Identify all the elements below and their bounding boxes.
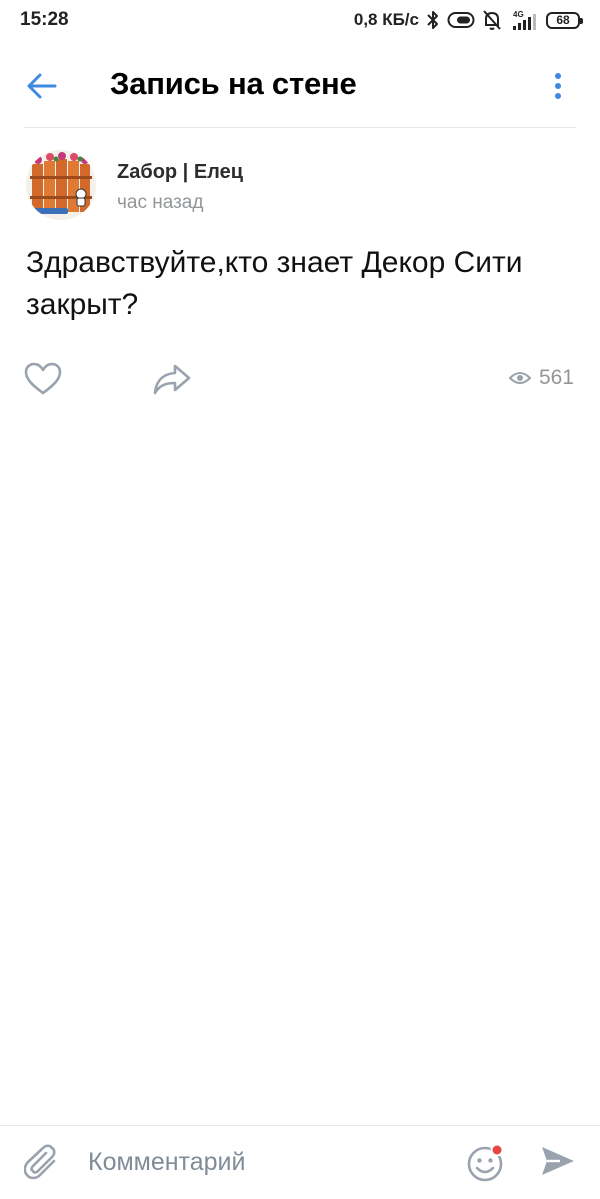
share-button[interactable] [152,362,192,398]
post-time: час назад [117,192,204,213]
share-icon [153,364,191,395]
signal-icon: 4G [513,10,536,30]
views-counter: 561 [508,366,574,390]
bluetooth-icon [427,11,438,29]
network-speed: 0,8 КБ/с [353,10,419,29]
smiley-icon [467,1143,504,1182]
back-button[interactable] [20,64,64,108]
page-title: Запись на стене [110,66,357,101]
more-button[interactable] [538,66,578,106]
app-header: Запись на стене [0,44,600,128]
arrow-left-icon [27,73,57,99]
avatar[interactable] [26,150,96,220]
send-icon [542,1147,574,1175]
author-name[interactable]: Zабор | Елец [117,161,243,184]
more-vertical-icon [555,73,561,99]
battery-icon: 68 [546,11,583,29]
comment-input[interactable] [88,1140,428,1184]
paperclip-icon [23,1144,56,1180]
heart-icon [24,362,62,395]
muted-bell-icon [483,10,501,30]
send-button[interactable] [540,1144,580,1184]
emoji-button[interactable] [466,1142,508,1184]
status-time: 15:28 [20,9,69,30]
notification-dot [490,1143,504,1157]
toggle-icon [447,12,475,28]
header-divider [24,127,576,128]
post-actions: 561 [0,358,600,402]
status-bar: 15:28 0,8 КБ/с 4G 68 [0,0,600,44]
like-button[interactable] [24,362,62,398]
comment-bar [0,1125,600,1199]
fence-logo-image [26,150,96,220]
attach-button[interactable] [23,1144,64,1184]
views-count: 561 [538,366,574,389]
post-author-row: Zабор | Елец час назад [26,150,576,222]
screen: 15:28 0,8 КБ/с 4G 68 Запись на стене Zаб… [0,0,600,1199]
eye-icon [508,372,531,384]
status-icons: 0,8 КБ/с 4G 68 [353,9,583,31]
battery-level: 68 [556,13,570,27]
network-type-label: 4G [513,10,524,19]
post-text: Здравствуйте,кто знает Декор Сити закрыт… [26,246,523,321]
